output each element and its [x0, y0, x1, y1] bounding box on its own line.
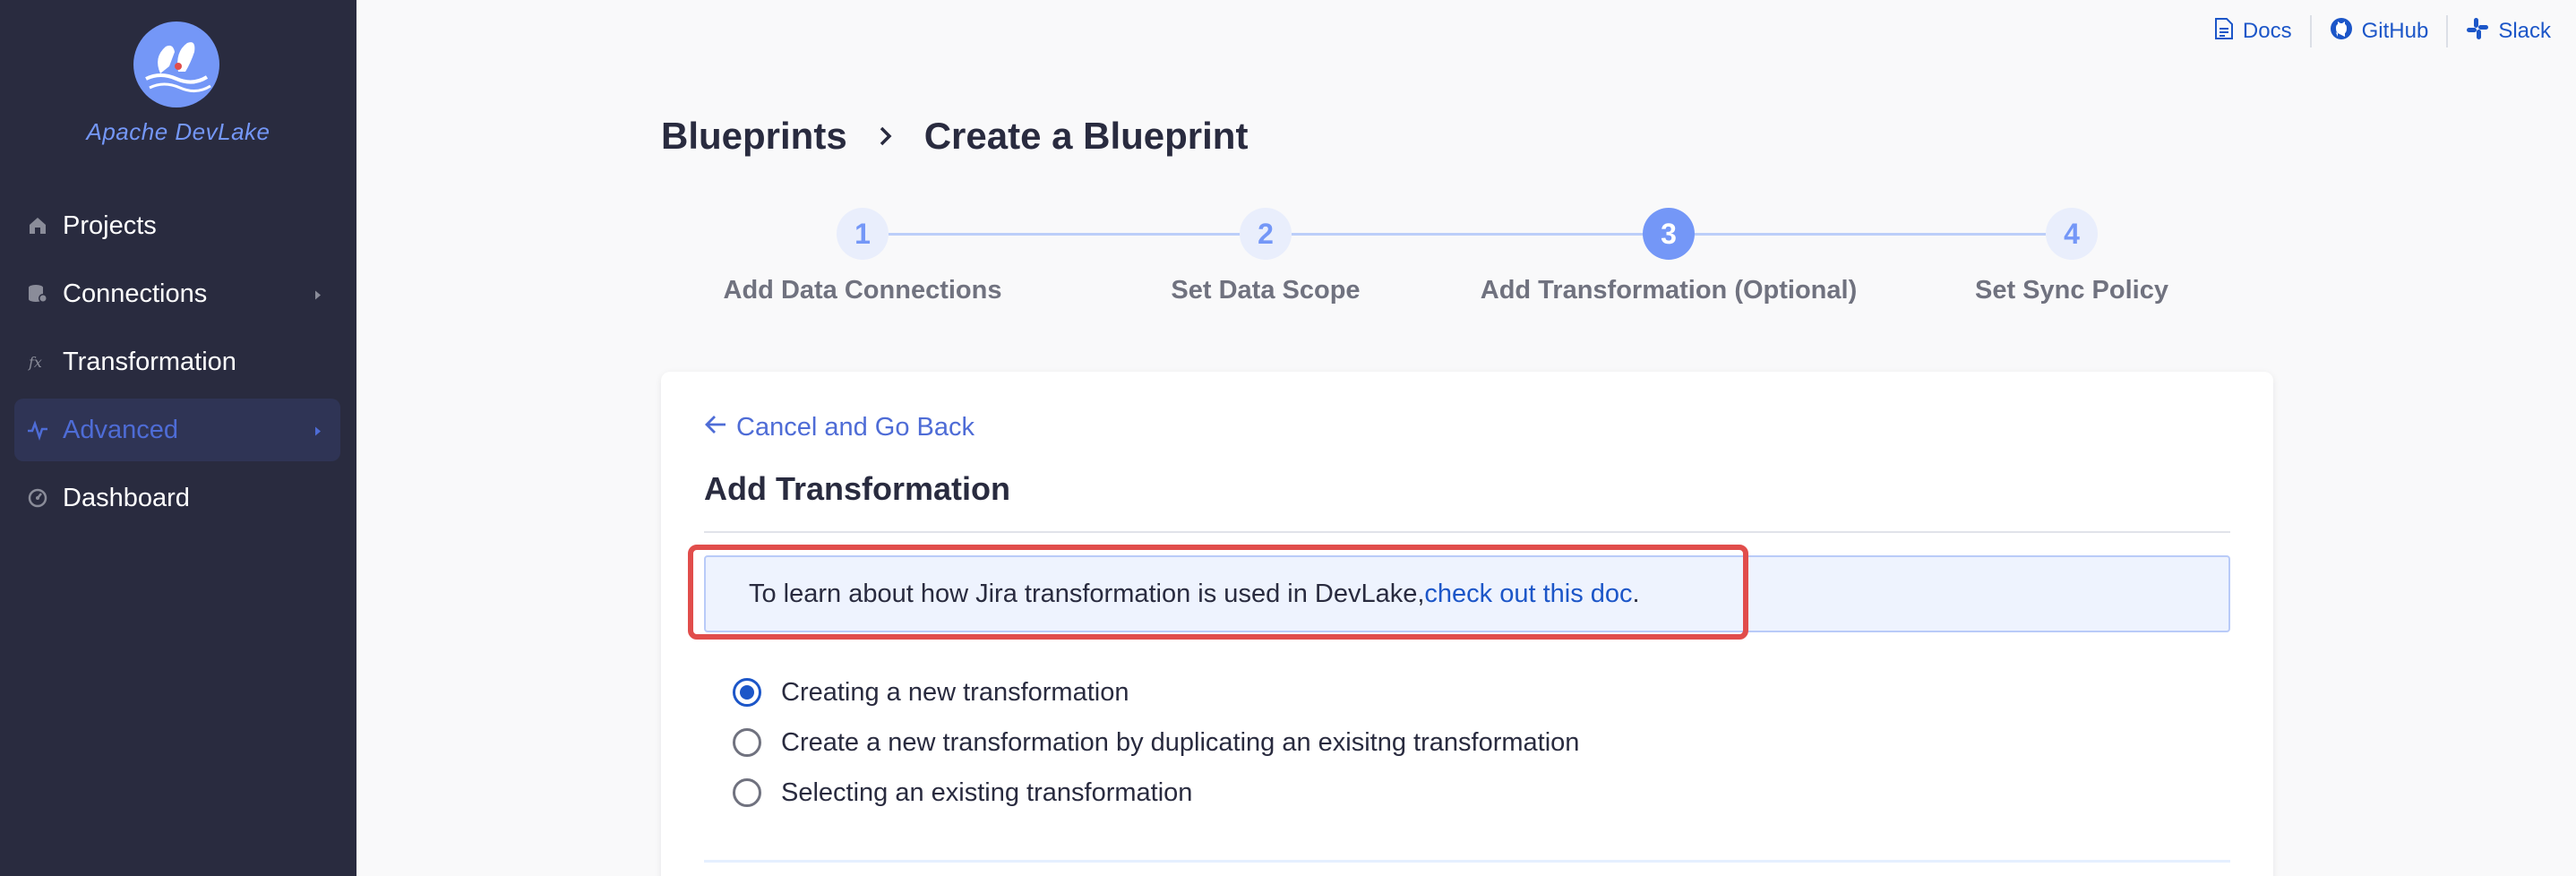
docs-link-label: Docs	[2242, 19, 2292, 43]
sidebar-item-projects[interactable]: Projects	[14, 194, 340, 257]
function-icon: fx	[25, 349, 50, 374]
option-select-existing[interactable]: Selecting an existing transformation	[733, 768, 1579, 818]
stepper: 1 2 3 4 Add Data Connections Set Data Sc…	[661, 204, 2273, 312]
transformation-card: Cancel and Go Back Add Transformation To…	[661, 372, 2273, 876]
step-connector	[1695, 233, 2046, 236]
breadcrumb: Blueprints Create a Blueprint	[661, 115, 1248, 158]
slack-link-label: Slack	[2498, 19, 2551, 43]
sidebar: Apache DevLake Projects Connections fx T…	[0, 0, 356, 876]
option-label: Create a new transformation by duplicati…	[781, 727, 1580, 757]
step-connector	[889, 233, 1240, 236]
arrow-left-icon	[704, 413, 727, 442]
github-link[interactable]: GitHub	[2312, 14, 2447, 48]
sidebar-item-transformation[interactable]: fx Transformation	[14, 331, 340, 393]
caret-right-icon	[313, 279, 322, 309]
option-duplicate-existing[interactable]: Create a new transformation by duplicati…	[733, 717, 1579, 768]
cancel-back-label: Cancel and Go Back	[736, 413, 975, 442]
info-text: To learn about how Jira transformation i…	[749, 579, 1425, 608]
info-callout: To learn about how Jira transformation i…	[704, 555, 2230, 632]
sidebar-item-connections[interactable]: Connections	[14, 262, 340, 325]
svg-text:fx: fx	[28, 354, 42, 371]
top-links: Docs GitHub Slack	[2196, 14, 2551, 48]
step-connector	[1292, 233, 1643, 236]
chevron-right-icon	[878, 125, 894, 148]
divider	[704, 531, 2230, 533]
card-title: Add Transformation	[704, 470, 1011, 507]
sidebar-item-label: Projects	[63, 210, 157, 240]
option-label: Creating a new transformation	[781, 677, 1129, 707]
sidebar-item-label: Connections	[63, 279, 208, 308]
slack-icon	[2466, 17, 2489, 47]
radio-button[interactable]	[733, 778, 761, 807]
doc-link[interactable]: check out this doc	[1424, 580, 1632, 609]
docs-link[interactable]: Docs	[2196, 14, 2310, 48]
divider	[704, 860, 2230, 863]
radio-button-checked[interactable]	[733, 678, 761, 707]
breadcrumb-blueprints[interactable]: Blueprints	[661, 115, 847, 158]
cancel-back-link[interactable]: Cancel and Go Back	[704, 413, 975, 442]
home-icon	[25, 213, 50, 238]
sidebar-item-label: Transformation	[63, 347, 236, 376]
dashboard-icon	[25, 485, 50, 511]
step-4-circle: 4	[2046, 208, 2098, 260]
pulse-icon	[25, 417, 50, 442]
step-3-label: Add Transformation (Optional)	[1480, 276, 1858, 305]
app-name: Apache DevLake	[86, 118, 270, 145]
sidebar-item-advanced[interactable]: Advanced	[14, 399, 340, 461]
github-icon	[2330, 17, 2353, 47]
transformation-options: Creating a new transformation Create a n…	[733, 667, 1579, 818]
devlake-logo-icon[interactable]	[133, 21, 219, 107]
document-icon	[2214, 17, 2234, 47]
option-label: Selecting an existing transformation	[781, 777, 1193, 807]
step-3-circle: 3	[1643, 208, 1695, 260]
sidebar-nav: Projects Connections fx Transformation A…	[14, 194, 340, 535]
caret-right-icon	[313, 416, 322, 445]
sidebar-item-dashboard[interactable]: Dashboard	[14, 467, 340, 529]
radio-button[interactable]	[733, 728, 761, 757]
info-suffix: .	[1632, 579, 1640, 608]
github-link-label: GitHub	[2361, 19, 2429, 43]
step-2-label: Set Data Scope	[1171, 276, 1361, 305]
slack-link[interactable]: Slack	[2448, 14, 2551, 48]
sidebar-item-label: Dashboard	[63, 483, 190, 512]
step-1-circle: 1	[837, 208, 889, 260]
step-4-label: Set Sync Policy	[1975, 276, 2168, 305]
database-icon	[25, 281, 50, 306]
page-title: Create a Blueprint	[923, 115, 1249, 157]
sidebar-item-label: Advanced	[63, 415, 178, 444]
step-1-label: Add Data Connections	[723, 276, 1002, 305]
option-create-new[interactable]: Creating a new transformation	[733, 667, 1579, 717]
step-2-circle: 2	[1240, 208, 1292, 260]
